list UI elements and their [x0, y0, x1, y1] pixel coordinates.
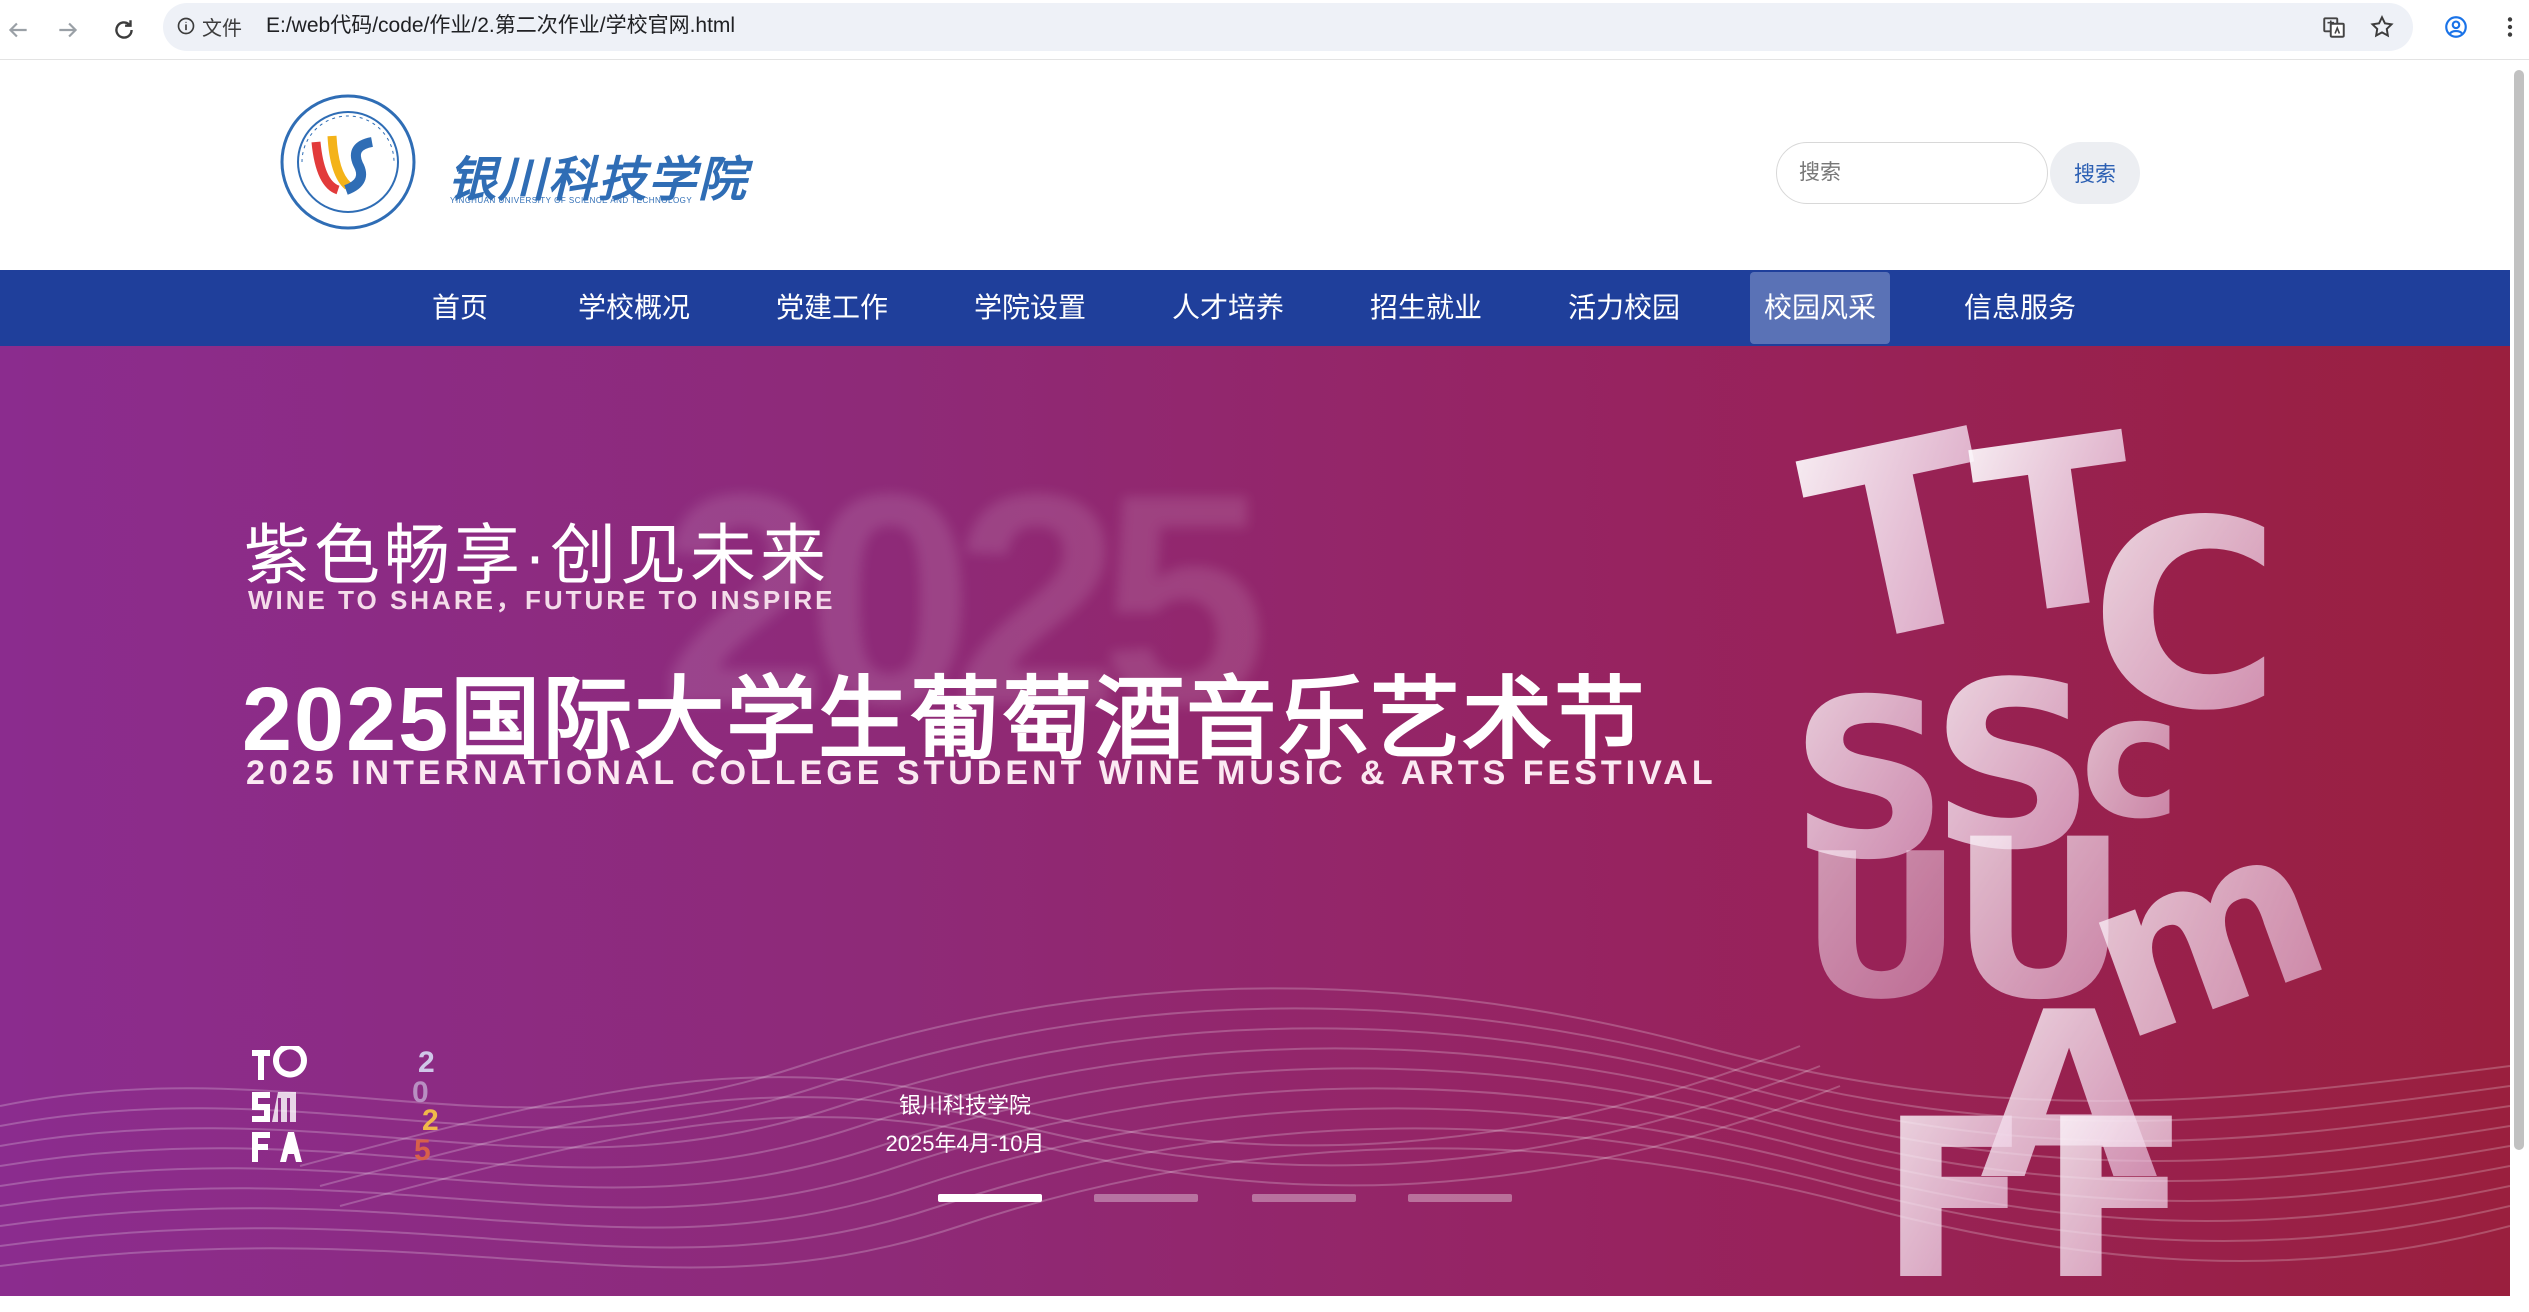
star-icon: [2370, 15, 2394, 38]
forward-button[interactable]: [50, 12, 86, 48]
info-label: 文件: [202, 17, 242, 40]
svg-text:F: F: [1880, 1072, 2030, 1276]
translate-icon: [2323, 17, 2345, 38]
profile-button[interactable]: [2440, 11, 2472, 43]
svg-text:F: F: [2040, 1072, 2190, 1276]
nav-item-colleges[interactable]: 学院设置: [960, 272, 1100, 344]
school-emblem-icon[interactable]: [280, 94, 416, 230]
site-header: 银川科技学院 YINCHUAN UNIVERSITY OF SCIENCE AN…: [0, 62, 2510, 270]
svg-text:U: U: [1800, 811, 1962, 1044]
translate-button[interactable]: [2318, 11, 2350, 43]
carousel-dot[interactable]: [1094, 1194, 1198, 1202]
more-vertical-icon: [2507, 17, 2513, 37]
nav-item-overview[interactable]: 学校概况: [564, 272, 704, 344]
festival-title-english: 2025 INTERNATIONAL COLLEGE STUDENT WINE …: [246, 754, 1717, 792]
nav-item-admissions[interactable]: 招生就业: [1356, 272, 1496, 344]
arrow-left-icon: [8, 22, 27, 38]
search-input[interactable]: [1776, 142, 2048, 204]
festival-letters-artwork: T T C S S c U U m A F F: [1784, 376, 2356, 1276]
festival-year-logo-icon: 2 0 2 5: [412, 1046, 439, 1166]
main-nav: 首页 学校概况 党建工作 学院设置 人才培养 招生就业 活力校园 校园风采 信息…: [0, 270, 2510, 346]
nav-item-talent-training[interactable]: 人才培养: [1158, 272, 1298, 344]
menu-button[interactable]: [2494, 11, 2526, 43]
profile-icon: [2445, 16, 2467, 38]
nav-item-campus-style[interactable]: 校园风采: [1750, 272, 1891, 344]
browser-toolbar: 文件 E:/web代码/code/作业/2.第二次作业/学校官网.html: [0, 0, 2529, 60]
page-scrollbar[interactable]: [2510, 62, 2529, 1312]
back-button[interactable]: [0, 12, 36, 48]
hero-banner[interactable]: 2025 紫色畅享·创见未来 WINE TO SHARE，FUTURE TO I…: [0, 346, 2510, 1296]
festival-mini-logo-icon: [252, 1046, 307, 1162]
carousel-dot[interactable]: [1252, 1194, 1356, 1202]
site-info-button[interactable]: 文件: [176, 12, 242, 40]
nav-item-campus-life[interactable]: 活力校园: [1554, 272, 1694, 344]
reload-icon: [115, 20, 133, 39]
svg-text:2: 2: [418, 1046, 435, 1079]
bookmark-button[interactable]: [2366, 11, 2398, 43]
scrollbar-thumb[interactable]: [2514, 70, 2524, 1150]
reload-button[interactable]: [106, 12, 142, 48]
arrow-right-icon: [59, 22, 78, 38]
carousel-dot[interactable]: [938, 1194, 1042, 1202]
school-name-en: YINCHUAN UNIVERSITY OF SCIENCE AND TECHN…: [450, 196, 693, 205]
search-button[interactable]: 搜索: [2050, 142, 2140, 204]
nav-item-home[interactable]: 首页: [418, 272, 502, 344]
url-text[interactable]: E:/web代码/code/作业/2.第二次作业/学校官网.html: [266, 12, 735, 40]
info-icon: [177, 17, 195, 35]
carousel-dot[interactable]: [1408, 1194, 1512, 1202]
nav-item-info-services[interactable]: 信息服务: [1950, 272, 2090, 344]
svg-text:5: 5: [414, 1134, 431, 1166]
svg-text:2: 2: [422, 1104, 439, 1137]
festival-host: 银川科技学院: [898, 1093, 1031, 1118]
festival-date: 2025年4月-10月: [885, 1131, 1045, 1156]
nav-item-party-building[interactable]: 党建工作: [762, 272, 902, 344]
slogan-english: WINE TO SHARE，FUTURE TO INSPIRE: [248, 585, 836, 615]
